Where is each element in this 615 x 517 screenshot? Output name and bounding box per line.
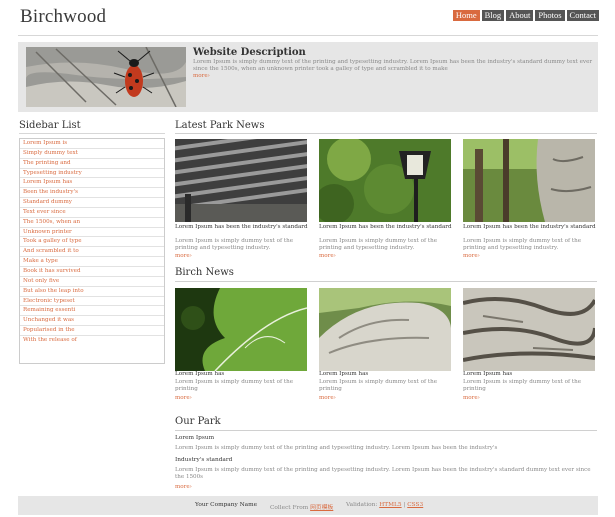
our-park-paragraph: Lorem Ipsum is simply dummy text of the …	[175, 467, 591, 480]
sidebar-item[interactable]: Typesetting industry	[20, 169, 164, 179]
our-park-title: Our Park	[175, 416, 221, 427]
nav-about[interactable]: About	[506, 10, 534, 21]
sidebar-item[interactable]: Remaining essenti	[20, 306, 164, 317]
bench-photo[interactable]	[175, 139, 307, 222]
tree-trunk-photo[interactable]	[463, 139, 595, 222]
footer: Your Company Name Collect From 网页模板 Vali…	[18, 496, 598, 515]
footer-html5-link[interactable]: HTML5	[379, 502, 401, 508]
description-title: Website Description	[193, 47, 306, 58]
birch-card-title: Lorem Ipsum has	[175, 371, 225, 377]
footer-css3-link[interactable]: CSS3	[407, 502, 423, 508]
latest-news-title: Latest Park News	[175, 120, 265, 131]
latest-card-title: Lorem Ipsum has been the industry's stan…	[463, 224, 596, 230]
sidebar-item[interactable]: Simply dummy text	[20, 149, 164, 159]
sidebar-item[interactable]: The 1500s, when an	[20, 218, 164, 228]
latest-card-more-link[interactable]: more›	[319, 253, 336, 259]
sidebar-title-divider	[19, 133, 165, 134]
sidebar-item[interactable]: With the release of	[20, 336, 164, 346]
sidebar-item[interactable]: Took a galley of type	[20, 237, 164, 248]
birch-news-divider	[175, 281, 597, 282]
description-more-link[interactable]: more›	[193, 73, 210, 79]
footer-collect-label: Collect From	[270, 505, 309, 511]
lamp-photo[interactable]	[319, 139, 451, 222]
sidebar-item[interactable]: Make a type	[20, 257, 164, 267]
footer-company: Your Company Name	[195, 502, 258, 508]
birch-card-text: Lorem Ipsum is simply dummy text of the …	[175, 379, 294, 392]
sidebar-item[interactable]: Unchanged it was	[20, 316, 164, 327]
site-logo[interactable]: Birchwood	[20, 6, 106, 28]
description-text: Lorem Ipsum is simply dummy text of the …	[193, 59, 593, 72]
birch-card-more-link[interactable]: more›	[463, 395, 480, 401]
sidebar-item[interactable]: Popularised in the	[20, 326, 164, 336]
latest-card-more-link[interactable]: more›	[463, 253, 480, 259]
header: Birchwood Home Blog About Photos Contact	[0, 0, 615, 34]
nav-home[interactable]: Home	[452, 10, 480, 21]
latest-card-more-link[interactable]: more›	[175, 253, 192, 259]
latest-card-title: Lorem Ipsum has been the industry's stan…	[319, 224, 452, 230]
birch-card-more-link[interactable]: more›	[175, 395, 192, 401]
nav-contact[interactable]: Contact	[566, 10, 599, 21]
sidebar-title: Sidebar List	[19, 120, 81, 131]
footer-validation-label: Validation:	[346, 502, 378, 508]
birch-card-text: Lorem Ipsum is simply dummy text of the …	[463, 379, 582, 392]
sidebar-item[interactable]: Text ever since	[20, 208, 164, 218]
our-park-paragraph: Lorem Ipsum is simply dummy text of the …	[175, 445, 498, 451]
birch-stump-photo[interactable]	[319, 288, 451, 371]
birch-bark-photo[interactable]	[463, 288, 595, 371]
footer-validation: Validation: HTML5 | CSS3	[346, 502, 424, 508]
sidebar-item[interactable]: And scrambled it to	[20, 247, 164, 258]
birch-card-more-link[interactable]: more›	[319, 395, 336, 401]
beetle-photo	[26, 47, 186, 107]
footer-collect-link[interactable]: 网页模板	[310, 505, 333, 511]
sidebar-list: Lorem Ipsum is Simply dummy text The pri…	[19, 138, 165, 364]
birch-card-text: Lorem Ipsum is simply dummy text of the …	[319, 379, 438, 392]
sidebar-item[interactable]: Not only five	[20, 277, 164, 287]
sidebar-item[interactable]: Unknown printer	[20, 228, 164, 238]
our-park-divider	[175, 430, 597, 431]
field-photo[interactable]	[175, 288, 307, 371]
sidebar-item[interactable]: Book it has survived	[20, 267, 164, 277]
sidebar-item[interactable]: Been the industry's	[20, 188, 164, 199]
sidebar-item[interactable]: Electronic typeset	[20, 297, 164, 307]
latest-card-text: Lorem Ipsum is simply dummy text of the …	[175, 238, 294, 251]
nav-blog[interactable]: Blog	[481, 10, 505, 21]
birch-news-title: Birch News	[175, 267, 234, 278]
birch-card-title: Lorem Ipsum has	[463, 371, 513, 377]
latest-news-divider	[175, 133, 597, 134]
header-divider	[18, 35, 598, 36]
sidebar-item[interactable]: Lorem Ipsum has	[20, 178, 164, 189]
main-nav: Home Blog About Photos Contact	[452, 10, 599, 21]
sidebar-item[interactable]: But also the leap into	[20, 287, 164, 297]
birch-card-title: Lorem Ipsum has	[319, 371, 369, 377]
sidebar-item[interactable]: Lorem Ipsum is	[20, 139, 164, 149]
footer-collect: Collect From 网页模板	[270, 502, 333, 511]
latest-card-text: Lorem Ipsum is simply dummy text of the …	[319, 238, 438, 251]
nav-photos[interactable]: Photos	[535, 10, 565, 21]
our-park-heading: Lorem Ipsum	[175, 435, 215, 441]
latest-card-title: Lorem Ipsum has been the industry's stan…	[175, 224, 308, 230]
sidebar-item[interactable]: The printing and	[20, 159, 164, 169]
sidebar-item[interactable]: Standard dummy	[20, 198, 164, 208]
latest-card-text: Lorem Ipsum is simply dummy text of the …	[463, 238, 582, 251]
our-park-more-link[interactable]: more›	[175, 484, 192, 490]
description-banner: Website Description Lorem Ipsum is simpl…	[18, 42, 598, 112]
our-park-subheading: Industry's standard	[175, 457, 233, 463]
